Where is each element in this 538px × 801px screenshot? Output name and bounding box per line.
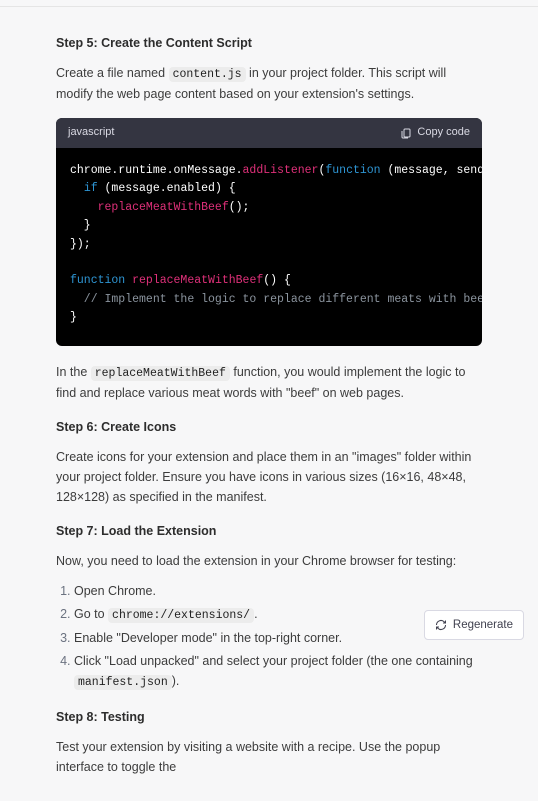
step8-title: Step 8: Testing — [56, 707, 482, 727]
step5-intro: Create a file named content.js in your p… — [56, 63, 482, 104]
text: Go to — [74, 607, 108, 621]
regenerate-label: Regenerate — [453, 616, 513, 634]
inline-code-fn: replaceMeatWithBeef — [91, 366, 230, 381]
list-item: Click "Load unpacked" and select your pr… — [74, 651, 482, 692]
text: Open Chrome. — [74, 584, 156, 598]
list-item: Go to chrome://extensions/. — [74, 604, 482, 625]
tok: function — [325, 164, 380, 177]
text: . — [254, 607, 257, 621]
tok: (); — [229, 201, 250, 214]
tok: if — [84, 182, 98, 195]
inline-code-contentjs: content.js — [169, 67, 246, 82]
step7-list: Open Chrome. Go to chrome://extensions/.… — [74, 581, 482, 693]
code-lang-label: javascript — [68, 124, 114, 142]
tok: (message.enabled) { — [98, 182, 236, 195]
after-code-note: In the replaceMeatWithBeef function, you… — [56, 362, 482, 403]
tok: } — [70, 219, 91, 232]
text: In the — [56, 365, 91, 379]
step7-title: Step 7: Load the Extension — [56, 521, 482, 541]
copy-code-label: Copy code — [417, 124, 470, 142]
inline-code-manifest: manifest.json — [74, 675, 172, 690]
tok: function — [70, 274, 125, 287]
refresh-icon — [435, 619, 447, 631]
list-item: Enable "Developer mode" in the top-right… — [74, 628, 482, 648]
code-header: javascript Copy code — [56, 118, 482, 148]
tok: (message, sender, sendResponse) { — [381, 164, 482, 177]
tok: } — [70, 311, 77, 324]
code-content: chrome.runtime.onMessage.addListener(fun… — [56, 148, 482, 346]
list-item: Open Chrome. — [74, 581, 482, 601]
tok: replaceMeatWithBeef — [132, 274, 263, 287]
tok: () { — [263, 274, 291, 287]
text: Click "Load unpacked" and select your pr… — [74, 654, 473, 668]
tok: replaceMeatWithBeef — [98, 201, 229, 214]
tok — [70, 201, 98, 214]
regenerate-button[interactable]: Regenerate — [424, 610, 524, 640]
tok — [70, 182, 84, 195]
inline-code-ext-url: chrome://extensions/ — [108, 608, 254, 623]
step8-body: Test your extension by visiting a websit… — [56, 737, 482, 777]
tok: chrome.runtime.onMessage. — [70, 164, 243, 177]
code-scroll[interactable]: chrome.runtime.onMessage.addListener(fun… — [56, 148, 482, 346]
clipboard-icon — [400, 126, 412, 140]
article-content: Step 5: Create the Content Script Create… — [0, 7, 538, 801]
text: ). — [172, 674, 180, 688]
step7-intro: Now, you need to load the extension in y… — [56, 551, 482, 571]
tok: addListener — [243, 164, 319, 177]
step5-title: Step 5: Create the Content Script — [56, 33, 482, 53]
step6-title: Step 6: Create Icons — [56, 417, 482, 437]
tok: }); — [70, 238, 91, 251]
copy-code-button[interactable]: Copy code — [400, 124, 470, 142]
tok: // Implement the logic to replace differ… — [70, 293, 482, 306]
text: Create a file named — [56, 66, 169, 80]
text: Enable "Developer mode" in the top-right… — [74, 631, 342, 645]
code-block: javascript Copy code chrome.runtime.onMe… — [56, 118, 482, 345]
step6-body: Create icons for your extension and plac… — [56, 447, 482, 507]
